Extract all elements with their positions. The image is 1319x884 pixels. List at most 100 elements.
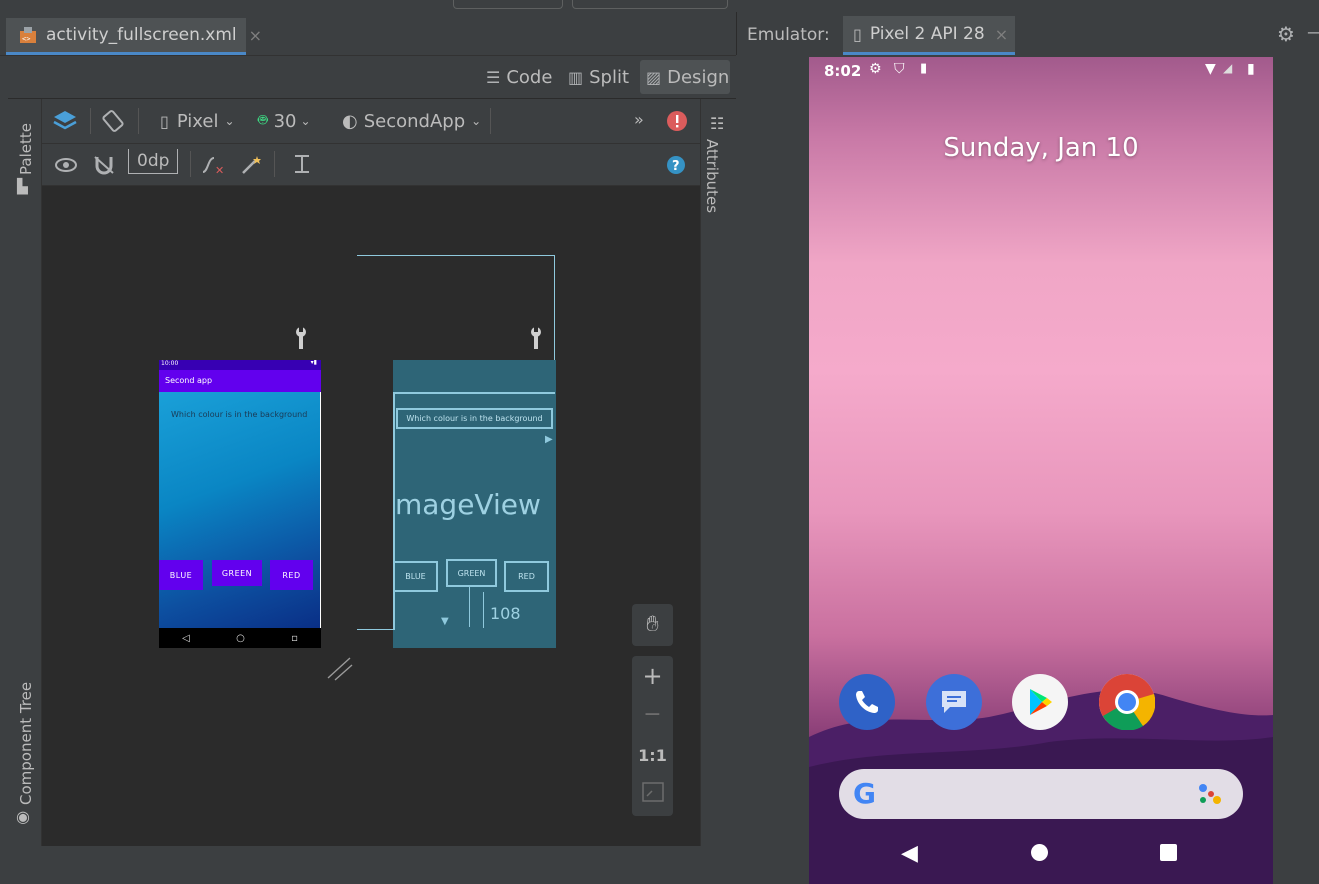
- emulator-header: Emulator: ▯ Pixel 2 API 28 × ⚙ —: [736, 12, 1319, 55]
- layers-icon[interactable]: [52, 106, 78, 136]
- design-preview[interactable]: 10:00 ▾▮ Second app Which colour is in t…: [159, 359, 321, 648]
- close-icon[interactable]: ×: [995, 25, 1008, 44]
- device-tab-label: Pixel 2 API 28: [869, 24, 985, 44]
- tab-activity-fullscreen[interactable]: <> activity_fullscreen.xml ×: [6, 18, 262, 55]
- theme-icon: ◐: [342, 110, 358, 132]
- code-label: Code: [506, 66, 553, 88]
- image-view: Which colour is in the background BLUE G…: [159, 392, 321, 629]
- date-label: Sunday, Jan 10: [943, 133, 1139, 163]
- phone-device-icon: ▯: [853, 24, 862, 44]
- gear-icon[interactable]: ⚙: [1277, 22, 1295, 46]
- theme-label: SecondApp: [363, 110, 466, 132]
- blueprint-preview[interactable]: Which colour is in the background mageVi…: [393, 360, 556, 648]
- settings-notification-icon: ⚙: [869, 61, 882, 77]
- top-toolbar-strip: [0, 0, 1319, 12]
- default-margin-field[interactable]: 0dp: [128, 149, 179, 174]
- signal-icon: ◢: [1223, 61, 1233, 75]
- blueprint-blue-label: BLUE: [405, 572, 426, 581]
- green-label: GREEN: [221, 568, 253, 578]
- divider: [138, 108, 139, 134]
- resize-handle-icon[interactable]: [326, 656, 354, 686]
- blue-button[interactable]: BLUE: [159, 560, 203, 590]
- wrench-icon[interactable]: [528, 326, 544, 354]
- arrow-right-icon: ▶: [545, 434, 553, 445]
- red-label: RED: [282, 570, 301, 580]
- constraint-toolbar: 0dp ✕ ?: [42, 144, 700, 186]
- pan-control: ✋︎: [632, 604, 673, 646]
- palette-label: Palette: [17, 123, 35, 175]
- play-store-app-icon[interactable]: [1012, 674, 1068, 730]
- chevron-down-icon: ⌄: [471, 114, 482, 128]
- blueprint-blue-button: BLUE: [393, 561, 438, 592]
- divider: [190, 151, 191, 177]
- split-mode-button[interactable]: ▥ Split: [568, 60, 629, 94]
- bottom-strip: [8, 846, 736, 884]
- close-icon[interactable]: ×: [249, 26, 262, 45]
- magic-wand-icon[interactable]: [240, 150, 264, 180]
- phone-app-icon[interactable]: [839, 674, 895, 730]
- assistant-icon[interactable]: [1197, 782, 1225, 810]
- run-config-dropdown[interactable]: [453, 0, 563, 9]
- split-label: Split: [589, 66, 630, 88]
- attributes-tab[interactable]: Attributes: [703, 139, 721, 213]
- red-button[interactable]: RED: [270, 560, 313, 590]
- emulator-screen[interactable]: 8:02 ⚙ ⛉ ▮ ▼ ◢ ▮ Sunday, Jan 10 G ◀: [809, 57, 1273, 884]
- wrench-icon[interactable]: [293, 326, 309, 354]
- align-icon[interactable]: [290, 150, 314, 180]
- chrome-app-icon[interactable]: [1099, 674, 1155, 730]
- blueprint-green-label: GREEN: [457, 568, 486, 578]
- recents-nav-icon[interactable]: [1160, 844, 1177, 861]
- lines-icon: ☰: [486, 67, 501, 87]
- recents-icon: ▫: [291, 632, 298, 644]
- clear-constraints-icon[interactable]: ✕: [200, 150, 226, 180]
- chevron-down-icon: ⌄: [224, 114, 235, 128]
- home-nav-icon[interactable]: [1031, 844, 1048, 861]
- magnet-icon[interactable]: [92, 150, 116, 180]
- component-tree-tab[interactable]: Component Tree: [17, 682, 35, 805]
- api-selector[interactable]: 🤖︎ 30 ⌄: [258, 106, 311, 136]
- orientation-icon[interactable]: [100, 106, 126, 136]
- svg-text:✕: ✕: [215, 164, 224, 176]
- view-mode-bar: ☰ Code ▥ Split ▨ Design: [8, 56, 736, 98]
- battery-icon: ▮: [1247, 61, 1255, 77]
- eye-icon[interactable]: [54, 150, 78, 180]
- code-mode-button[interactable]: ☰ Code: [486, 60, 552, 94]
- design-mode-button[interactable]: ▨ Design: [640, 60, 730, 94]
- blueprint-dimension: 108: [490, 604, 521, 623]
- error-icon[interactable]: [666, 106, 688, 136]
- design-canvas[interactable]: [42, 186, 700, 846]
- attributes-icon: ☷: [710, 114, 725, 133]
- palette-tab[interactable]: Palette: [17, 123, 35, 175]
- minimize-icon[interactable]: —: [1307, 22, 1319, 43]
- help-icon[interactable]: ?: [666, 150, 686, 180]
- hand-icon[interactable]: ✋︎: [632, 612, 673, 637]
- left-edge: [0, 55, 8, 884]
- blueprint-red-label: RED: [518, 572, 535, 581]
- theme-selector[interactable]: ◐ SecondApp ⌄: [342, 106, 481, 136]
- nav-bar: ◁ ○ ▫: [159, 628, 321, 648]
- split-icon: ▥: [568, 67, 584, 87]
- constraint-line: [483, 592, 484, 628]
- chevron-down-icon: ⌄: [300, 114, 311, 128]
- tab-emulator-device[interactable]: ▯ Pixel 2 API 28 ×: [843, 16, 1015, 55]
- device-dropdown[interactable]: [572, 0, 728, 9]
- zoom-out-button[interactable]: −: [632, 702, 673, 727]
- design-label: Design: [667, 66, 730, 88]
- component-tree-label: Component Tree: [17, 681, 35, 805]
- zoom-controls: + − 1:1: [632, 656, 673, 816]
- phone-status-time: 8:02: [824, 62, 862, 80]
- device-selector[interactable]: ▯ Pixel ⌄: [160, 106, 235, 136]
- overflow-button[interactable]: »: [634, 104, 644, 134]
- zoom-fit-icon[interactable]: [632, 782, 673, 806]
- messages-app-icon[interactable]: [926, 674, 982, 730]
- zoom-reset-button[interactable]: 1:1: [632, 746, 673, 765]
- zoom-in-button[interactable]: +: [632, 662, 673, 690]
- wifi-icon: ▼: [1205, 61, 1216, 77]
- palette-icon: ▙: [17, 179, 28, 195]
- arrow-down-icon: ▼: [441, 616, 449, 627]
- green-button[interactable]: GREEN: [212, 560, 262, 586]
- date-widget[interactable]: Sunday, Jan 10: [809, 133, 1273, 163]
- google-search-bar[interactable]: G: [839, 769, 1243, 819]
- back-nav-icon[interactable]: ◀: [901, 841, 918, 866]
- image-icon: ▨: [646, 67, 662, 87]
